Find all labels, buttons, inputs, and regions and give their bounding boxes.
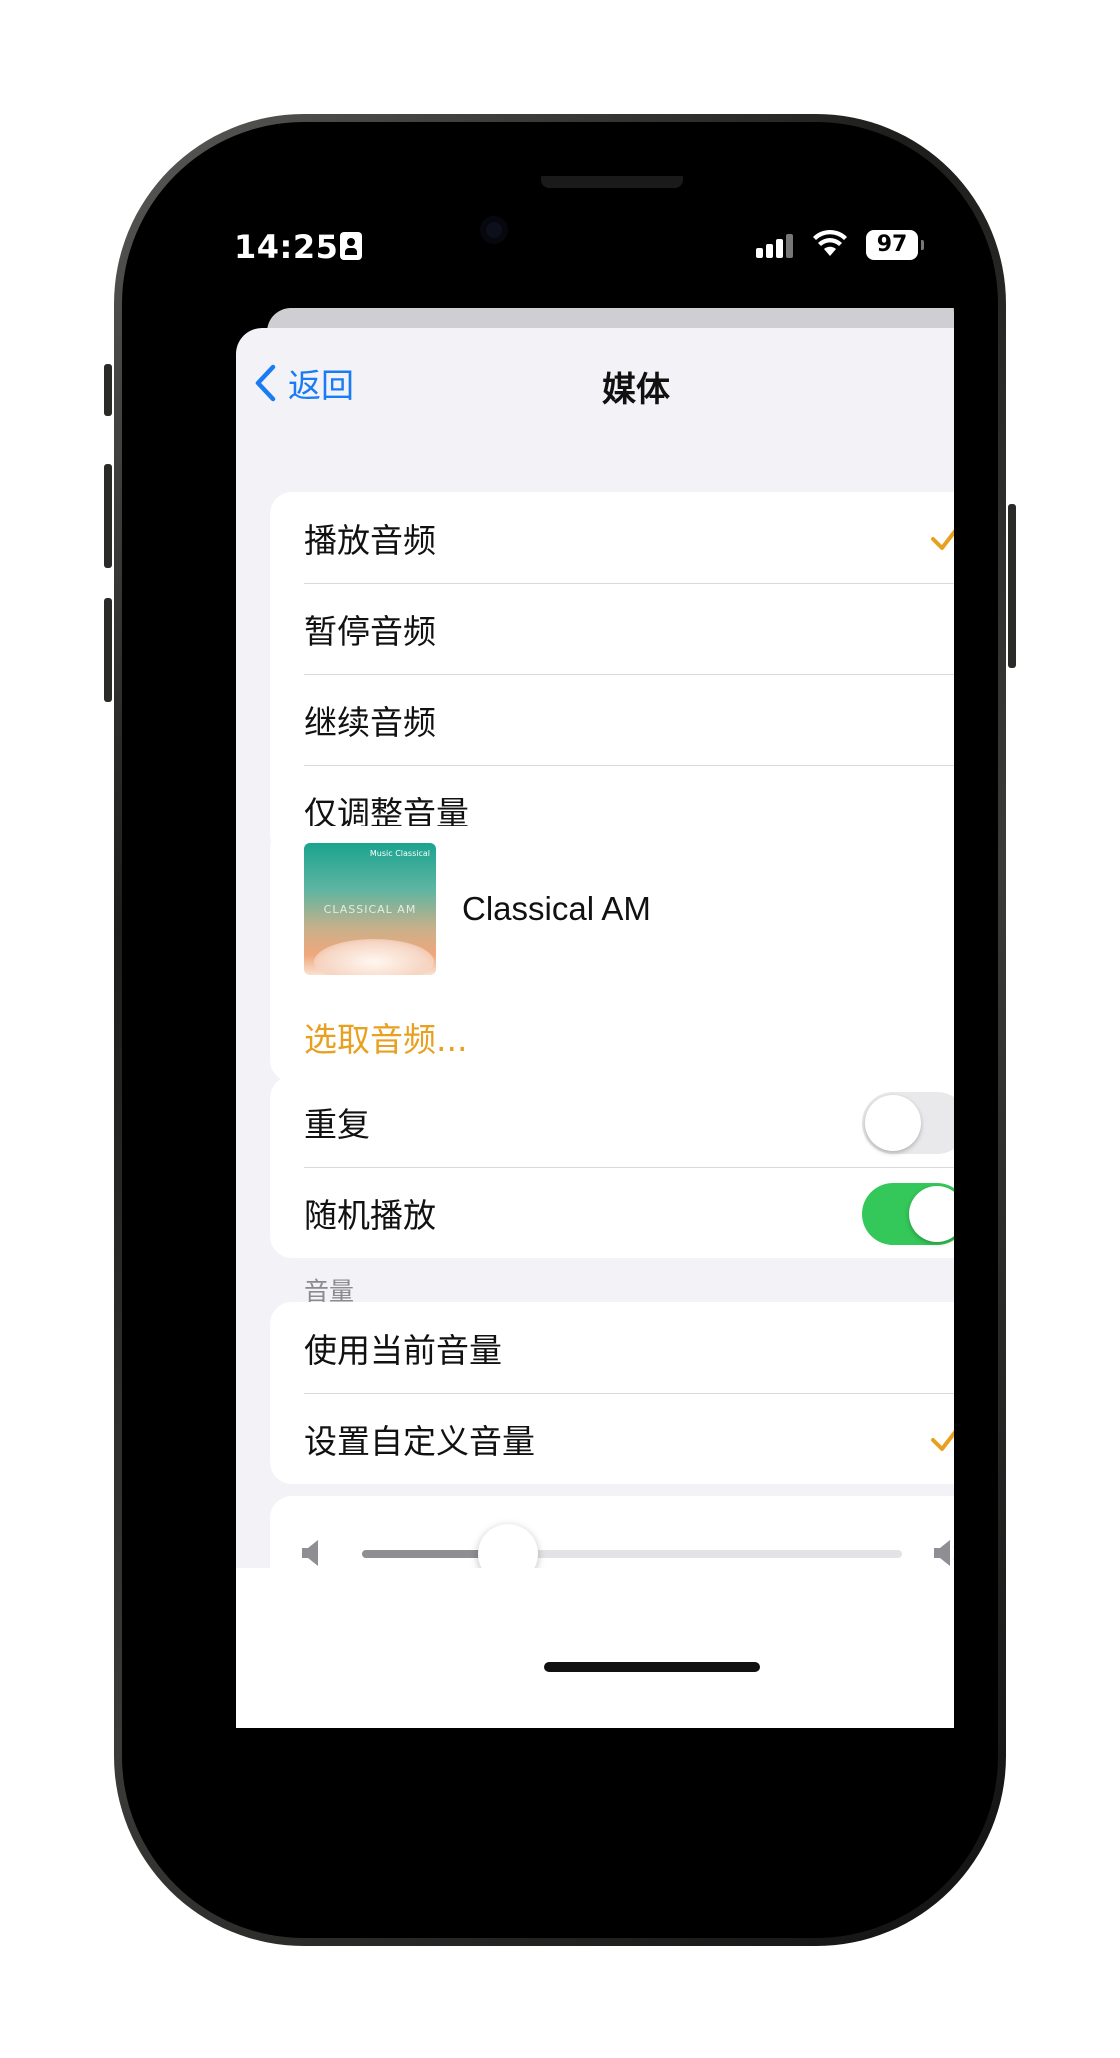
action-options-group: 播放音频 暂停音频 继续音频 仅调整音量 [270,492,954,856]
media-selection-group: Music Classical CLASSICAL AM Classical A… [270,826,954,1082]
option-custom-volume[interactable]: 设置自定义音量 [270,1393,954,1484]
volume-options-group: 使用当前音量 设置自定义音量 [270,1302,954,1484]
option-pause-audio[interactable]: 暂停音频 [270,583,954,674]
phone-frame: 14:25 97 返回 媒体 播放音频 暂停音频 继续音频 仅调整音量 Musi… [104,114,1016,1946]
earpiece [541,176,683,188]
battery-icon: 97 [866,230,924,260]
home-indicator[interactable] [544,1662,760,1672]
speaker-low-icon [302,1540,318,1566]
option-play-audio[interactable]: 播放音频 [270,492,954,583]
battery-level: 97 [876,232,908,257]
navigation-bar: 返回 媒体 [236,328,954,428]
volume-up-button [104,464,112,568]
option-label: 播放音频 [304,520,436,560]
media-title: Classical AM [462,890,651,927]
shuffle-label: 随机播放 [304,1195,436,1235]
id-card-icon [340,232,362,260]
screen: 14:25 97 返回 媒体 播放音频 暂停音频 继续音频 仅调整音量 Musi… [166,166,954,1894]
media-settings-sheet: 返回 媒体 播放音频 暂停音频 继续音频 仅调整音量 Music Classic… [236,328,954,1728]
checkmark-icon [931,529,954,550]
choose-audio-label: 选取音频... [304,1020,468,1059]
repeat-row: 重复 [270,1076,954,1167]
playback-options-group: 重复 随机播放 [270,1076,954,1258]
option-label: 暂停音频 [304,611,436,651]
shuffle-toggle[interactable] [862,1183,954,1245]
option-label: 继续音频 [304,702,436,742]
option-label: 设置自定义音量 [304,1421,535,1461]
toggle-knob [909,1186,954,1242]
shuffle-row: 随机播放 [270,1167,954,1258]
volume-down-button [104,598,112,702]
mute-switch [104,364,112,416]
speaker-high-icon [934,1540,954,1566]
cloud-graphic [314,939,434,975]
artwork-text: CLASSICAL AM [323,903,417,916]
camera-icon [480,216,508,244]
toggle-knob [865,1095,921,1151]
checkmark-icon [931,1430,954,1451]
artwork-brand: Music Classical [369,849,430,858]
phone-bezel: 14:25 97 返回 媒体 播放音频 暂停音频 继续音频 仅调整音量 Musi… [122,122,998,1938]
power-button [1008,504,1016,668]
status-time: 14:25 [234,228,339,266]
bottom-area [236,1568,954,1728]
repeat-label: 重复 [304,1104,370,1144]
page-title: 媒体 [602,370,670,410]
wifi-icon [813,229,847,256]
option-resume-audio[interactable]: 继续音频 [270,674,954,765]
repeat-toggle[interactable] [862,1092,954,1154]
volume-slider-track[interactable] [362,1550,902,1558]
option-use-current-volume[interactable]: 使用当前音量 [270,1302,954,1393]
signal-icon [756,232,796,258]
album-artwork: Music Classical CLASSICAL AM [304,843,436,975]
choose-audio-button[interactable]: 选取音频... [270,992,954,1082]
selected-media-item[interactable]: Music Classical CLASSICAL AM Classical A… [270,826,954,992]
option-label: 使用当前音量 [304,1330,502,1370]
